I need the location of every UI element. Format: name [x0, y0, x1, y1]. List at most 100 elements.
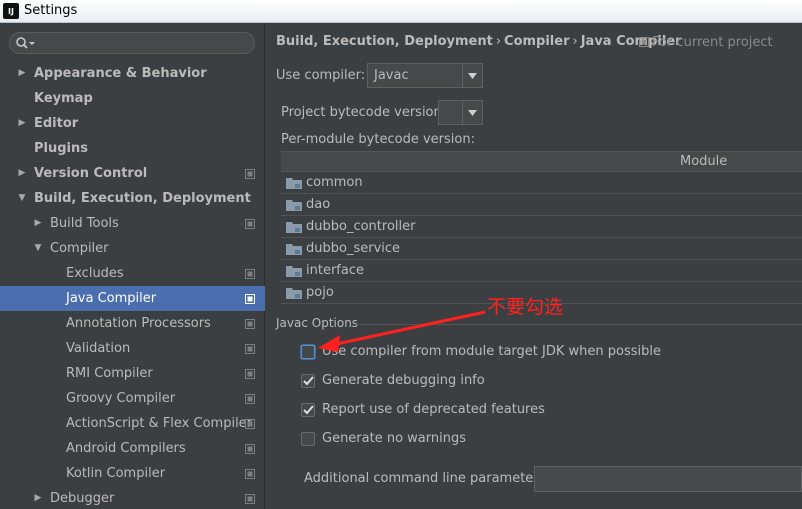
sidebar-item[interactable]: Groovy Compiler [0, 386, 265, 411]
sidebar-item[interactable]: Keymap [0, 86, 265, 111]
additional-params-label: Additional command line parameters: [304, 471, 550, 486]
sidebar-item[interactable]: Validation [0, 336, 265, 361]
sidebar-item-label: Kotlin Compiler [66, 466, 166, 481]
checkbox-checked[interactable] [301, 374, 315, 388]
breadcrumb-part-compiler: Compiler [504, 34, 570, 49]
module-folder-icon [286, 200, 302, 211]
sidebar-item[interactable]: ▶ Editor [0, 111, 265, 136]
sidebar-item[interactable]: Android Compilers [0, 436, 265, 461]
sidebar-item-label: Excludes [66, 266, 124, 281]
collapsed-arrow-icon[interactable]: ▶ [17, 111, 27, 136]
project-scope-icon [245, 294, 255, 304]
module-name: interface [306, 263, 364, 278]
module-folder-icon [286, 288, 302, 299]
module-folder-icon [286, 266, 302, 277]
sidebar-item[interactable]: ▼ Compiler [0, 236, 265, 261]
module-folder-icon [286, 178, 302, 189]
module-folder-icon [286, 222, 302, 233]
chevron-down-icon[interactable] [462, 64, 482, 87]
project-scope-icon [245, 219, 255, 229]
checkmark-icon [303, 376, 314, 386]
project-scope-icon [245, 319, 255, 329]
search-icon [16, 37, 35, 49]
table-row[interactable]: common [281, 172, 802, 194]
sidebar-item-label: RMI Compiler [66, 366, 153, 381]
table-row[interactable]: interface [281, 260, 802, 282]
scope-text: For current project [652, 35, 773, 50]
table-row[interactable]: dubbo_controller [281, 216, 802, 238]
breadcrumb-part-build: Build, Execution, Deployment [276, 34, 493, 49]
search-input[interactable] [9, 32, 255, 54]
scope-label: For current project [639, 35, 773, 50]
intellij-app-icon: IJ [3, 3, 19, 19]
table-row[interactable]: dao [281, 194, 802, 216]
project-scope-icon [245, 419, 255, 429]
title-bar: IJ Settings [0, 0, 802, 23]
sidebar-item-label: Debugger [50, 491, 115, 506]
sidebar-item[interactable]: Excludes [0, 261, 265, 286]
sidebar-item[interactable]: RMI Compiler [0, 361, 265, 386]
sidebar-item[interactable]: Kotlin Compiler [0, 461, 265, 486]
sidebar-item-label: Appearance & Behavior [34, 66, 207, 81]
bytecode-version-select[interactable] [438, 100, 483, 125]
sidebar-item-label: Editor [34, 116, 79, 131]
settings-sidebar: ▶ Appearance & Behavior Keymap ▶ Editor Plugi… [0, 23, 265, 509]
project-scope-icon [245, 469, 255, 479]
checkbox-label[interactable]: Generate no warnings [322, 431, 466, 446]
sidebar-item[interactable]: ActionScript & Flex Compiler [0, 411, 265, 436]
sidebar-item-label: Android Compilers [66, 441, 186, 456]
window-title: Settings [24, 3, 78, 18]
checkbox-unchecked[interactable] [301, 432, 315, 446]
per-module-bytecode-label: Per-module bytecode version: [281, 132, 475, 147]
collapsed-arrow-icon[interactable]: ▶ [17, 161, 27, 186]
compiler-select-value: Javac [374, 68, 409, 83]
breadcrumb: Build, Execution, Deployment › Compiler › Ja… [276, 34, 682, 49]
sidebar-item[interactable]: Plugins [0, 136, 265, 161]
table-row[interactable]: dubbo_service [281, 238, 802, 260]
sidebar-item-label: Plugins [34, 141, 88, 156]
module-column-header: Module [680, 154, 728, 169]
sidebar-item-label: Build, Execution, Deployment [34, 191, 251, 206]
sidebar-item-label: Compiler [50, 241, 109, 256]
project-scope-icon [245, 169, 255, 179]
expanded-arrow-icon[interactable]: ▼ [33, 236, 43, 261]
project-scope-icon [245, 394, 255, 404]
sidebar-item-label: Groovy Compiler [66, 391, 176, 406]
sidebar-item[interactable]: ▼ Build, Execution, Deployment [0, 186, 265, 211]
checkbox-label[interactable]: Report use of deprecated features [322, 402, 545, 417]
sidebar-item-label: Annotation Processors [66, 316, 211, 331]
checkbox-label[interactable]: Generate debugging info [322, 373, 485, 388]
collapsed-arrow-icon[interactable]: ▶ [33, 486, 43, 509]
java-compiler-panel: Build, Execution, Deployment › Compiler › Ja… [266, 23, 802, 509]
module-name: dubbo_service [306, 241, 401, 256]
project-scope-icon [245, 444, 255, 454]
module-folder-icon [286, 244, 302, 255]
sidebar-item[interactable]: Annotation Processors [0, 311, 265, 336]
chevron-down-icon[interactable] [462, 101, 482, 124]
project-scope-icon [639, 37, 649, 47]
module-name: dao [306, 197, 331, 212]
collapsed-arrow-icon[interactable]: ▶ [17, 61, 27, 86]
project-scope-icon [245, 494, 255, 504]
sidebar-item[interactable]: ▶ Appearance & Behavior [0, 61, 265, 86]
expanded-arrow-icon[interactable]: ▼ [17, 186, 27, 211]
checkbox-checked[interactable] [301, 403, 315, 417]
sidebar-item-label: Version Control [34, 166, 148, 181]
checkmark-icon [303, 405, 314, 415]
module-name: pojo [306, 285, 334, 300]
collapsed-arrow-icon[interactable]: ▶ [33, 211, 43, 236]
sidebar-item-label: Build Tools [50, 216, 119, 231]
breadcrumb-separator: › [572, 34, 578, 49]
sidebar-item-label: Keymap [34, 91, 93, 106]
sidebar-item[interactable]: Java Compiler [0, 286, 265, 311]
module-bytecode-table[interactable]: Module common dao dubbo_controller dubbo_se… [281, 151, 802, 304]
sidebar-item[interactable]: ▶ Build Tools [0, 211, 265, 236]
sidebar-item[interactable]: ▶ Debugger [0, 486, 265, 509]
sidebar-item[interactable]: ▶ Version Control [0, 161, 265, 186]
module-name: dubbo_controller [306, 219, 416, 234]
project-scope-icon [245, 369, 255, 379]
use-compiler-label: Use compiler: [276, 68, 366, 83]
table-header[interactable]: Module [281, 151, 802, 172]
compiler-select[interactable]: Javac [367, 63, 483, 88]
additional-params-field[interactable] [534, 466, 802, 492]
